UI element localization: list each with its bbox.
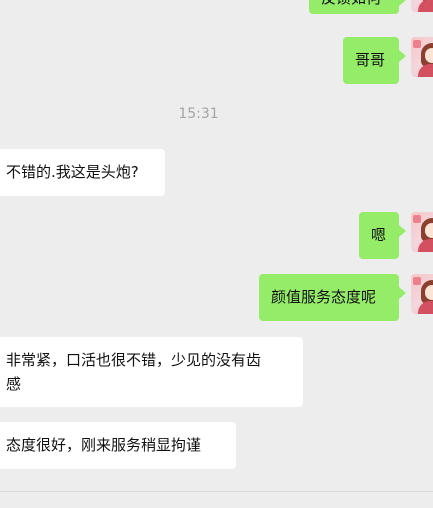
bubble-tail [399, 0, 406, 6]
input-area-divider [0, 491, 433, 492]
user-avatar[interactable] [411, 274, 433, 314]
avatar-decoration [413, 215, 421, 223]
received-message-bubble[interactable]: 态度很好，刚来服务稍显拘谨 [0, 422, 236, 469]
sent-message-bubble[interactable]: 哥哥 [343, 37, 399, 84]
sent-message-bubble[interactable]: 嗯 [359, 212, 399, 259]
avatar-decoration [413, 40, 421, 48]
avatar-body [418, 64, 433, 77]
sent-message-bubble[interactable]: 反馈如何 [309, 0, 399, 14]
avatar-body [418, 0, 433, 12]
avatar-face [425, 285, 433, 300]
avatar-body [418, 301, 433, 314]
received-message-bubble[interactable]: 不错的.我这是头炮? [0, 149, 165, 196]
message-timestamp: 15:31 [178, 106, 219, 122]
received-message-bubble[interactable]: 非常紧，口活也很不错，少见的没有齿 感 [0, 337, 303, 407]
user-avatar[interactable] [411, 0, 433, 12]
avatar-face [425, 48, 433, 63]
avatar-body [418, 239, 433, 252]
bubble-tail [399, 225, 406, 237]
avatar-decoration [413, 277, 421, 285]
user-avatar[interactable] [411, 37, 433, 77]
user-avatar[interactable] [411, 212, 433, 252]
bubble-tail [399, 287, 406, 299]
avatar-face [425, 223, 433, 238]
sent-message-bubble[interactable]: 颜值服务态度呢 [259, 274, 399, 321]
bubble-tail [399, 50, 406, 62]
